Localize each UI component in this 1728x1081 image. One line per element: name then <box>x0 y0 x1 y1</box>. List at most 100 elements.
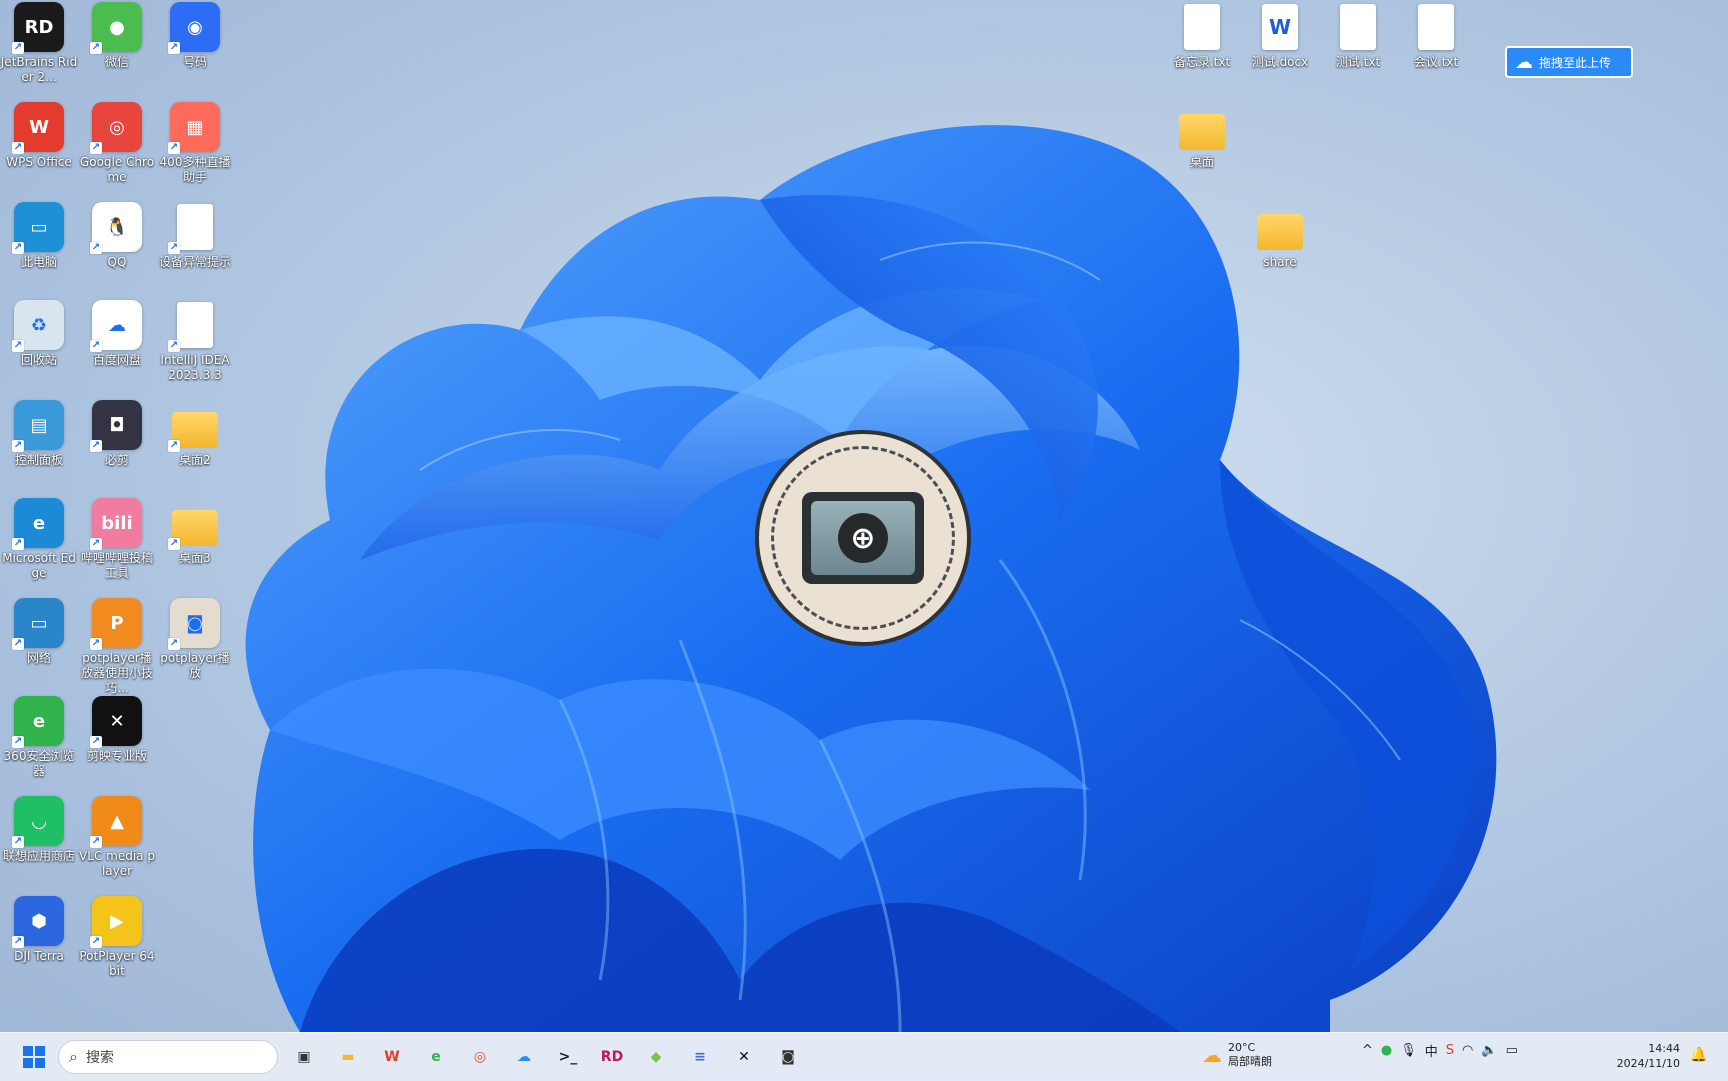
weather-widget[interactable]: ☁ 20°C 局部晴朗 <box>1202 1041 1272 1069</box>
shortcut-arrow-icon: ↗ <box>90 340 102 352</box>
desktop-icon[interactable]: ♻ ↗ 回收站 <box>0 300 78 368</box>
desktop-icon[interactable]: ▲ ↗ VLC media player <box>78 796 156 879</box>
notification-bell-icon[interactable]: 🔔 <box>1690 1047 1707 1063</box>
wechat-tray-icon[interactable]: ● <box>1381 1043 1392 1058</box>
desktop-icon[interactable]: e ↗ 360安全浏览器 <box>0 696 78 779</box>
chrome-icon[interactable]: ◎ <box>460 1037 500 1077</box>
desktop-icon[interactable]: ▶ ↗ PotPlayer 64 bit <box>78 896 156 979</box>
desktop-icon-label: 测试.docx <box>1251 55 1309 69</box>
360-browser-icon: e ↗ <box>12 696 64 748</box>
desktop-icon[interactable]: bili ↗ 哔哩哔哩投稿工具 <box>78 498 156 581</box>
taskbar-search-box[interactable]: ⌕ 搜索 <box>58 1040 278 1074</box>
desktop-icon[interactable]: e ↗ Microsoft Edge <box>0 498 78 581</box>
shortcut-arrow-icon: ↗ <box>90 936 102 948</box>
desktop-icon[interactable]: ▤ ↗ 控制面板 <box>0 400 78 468</box>
system-tray: ^ ● 🎙 中 S ◠ 🔈 ▭ <box>1362 1041 1518 1060</box>
rider-icon[interactable]: RD <box>592 1037 632 1077</box>
task-view-icon[interactable]: ▣ <box>284 1037 324 1077</box>
desktop-icon[interactable]: RD ↗ JetBrains Rider 2... <box>0 2 78 85</box>
taskbar: ⌕ 搜索 ▣ ▬ We ◎ ☁ >_ RD ◆ ≡ ✕ ◙ ☁ 20°C 局部晴朗 ^ ● 🎙 中 … <box>0 1032 1728 1081</box>
text-file-icon <box>1177 2 1227 52</box>
desktop-icon[interactable]: P ↗ potplayer播放器使用小技巧... <box>78 598 156 696</box>
volume-icon[interactable]: 🔈 <box>1481 1043 1497 1058</box>
desktop-icon[interactable]: ▭ ↗ 网络 <box>0 598 78 666</box>
folder-icon: ↗ <box>168 400 220 452</box>
desktop-icon[interactable]: ↗ 桌面3 <box>156 498 234 566</box>
desktop-icon[interactable]: ◡ ↗ 联想应用商店 <box>0 796 78 864</box>
desktop-icon-label: 回收站 <box>20 353 57 367</box>
bilibili-icon: bili ↗ <box>90 498 142 550</box>
file-icon: ↗ <box>168 202 220 254</box>
desktop-icon[interactable]: ⬢ ↗ DJI Terra <box>0 896 78 964</box>
desktop-icon-label: QQ <box>107 255 127 269</box>
screen-logo-icon[interactable]: ◙ <box>768 1037 808 1077</box>
desktop-icon-label: JetBrains Rider 2... <box>0 55 78 84</box>
desktop-icon-label: 此电脑 <box>20 255 57 269</box>
desktop-icon[interactable]: ◙ ↗ potplayer播放 <box>156 598 234 681</box>
microphone-icon[interactable]: 🎙 <box>1400 1043 1417 1058</box>
clock-date: 2024/11/10 <box>1616 1057 1680 1070</box>
desktop-icon[interactable]: ▦ ↗ 400多种直播助手 <box>156 102 234 185</box>
taskbar-clock[interactable]: 14:44 2024/11/10 <box>1614 1041 1680 1071</box>
desktop-icon-label: 网络 <box>26 651 51 665</box>
desktop-icon[interactable]: ☁ ↗ 百度网盘 <box>78 300 156 368</box>
file-explorer-icon[interactable]: ▬ <box>328 1037 368 1077</box>
ime-indicator[interactable]: 中 <box>1425 1041 1438 1060</box>
shortcut-arrow-icon: ↗ <box>90 440 102 452</box>
shortcut-arrow-icon: ↗ <box>12 936 24 948</box>
search-icon: ⌕ <box>69 1047 78 1066</box>
desktop-icon-label: 桌面3 <box>179 551 211 565</box>
desktop-icon-label: 控制面板 <box>14 453 63 467</box>
desktop-icon[interactable]: 测试.txt <box>1319 2 1397 70</box>
search-placeholder: 搜索 <box>85 1050 114 1066</box>
desktop-icon[interactable]: 会议.txt <box>1397 2 1475 70</box>
live-helper-icon: ▦ ↗ <box>168 102 220 154</box>
desktop-icon[interactable]: ● ↗ 微信 <box>78 2 156 70</box>
desktop-icon-label: 微信 <box>104 55 129 69</box>
desktop-icon-label: potplayer播放器使用小技巧... <box>80 651 153 695</box>
desktop-icon[interactable]: 桌面 <box>1163 102 1241 170</box>
colorful-app-icon[interactable]: ◆ <box>636 1037 676 1077</box>
desktop-icon[interactable]: ◘ ↗ 必剪 <box>78 400 156 468</box>
shortcut-arrow-icon: ↗ <box>90 142 102 154</box>
shortcut-arrow-icon: ↗ <box>90 242 102 254</box>
desktop-icon[interactable]: ↗ 设备异常提示 <box>156 202 234 270</box>
desktop-icon[interactable]: 🐧 ↗ QQ <box>78 202 156 270</box>
vlc-icon: ▲ ↗ <box>90 796 142 848</box>
baidu-netdisk-icon[interactable]: ☁ <box>504 1037 544 1077</box>
desktop-icon[interactable]: ▭ ↗ 此电脑 <box>0 202 78 270</box>
desktop-icon-label: 测试.txt <box>1335 55 1381 69</box>
desktop-icon[interactable]: W ↗ WPS Office <box>0 102 78 170</box>
wps-tray-icon[interactable]: S <box>1446 1043 1454 1058</box>
desktop-icon[interactable]: W 测试.docx <box>1241 2 1319 70</box>
desktop-icon-label: Microsoft Edge <box>2 551 76 580</box>
desktop-icon[interactable]: 备忘录.txt <box>1163 2 1241 70</box>
desktop-icon[interactable]: ↗ 桌面2 <box>156 400 234 468</box>
battery-icon[interactable]: ▭ <box>1506 1043 1518 1058</box>
layers-app-icon[interactable]: ≡ <box>680 1037 720 1077</box>
desktop-icon[interactable]: ✕ ↗ 剪映专业版 <box>78 696 156 764</box>
shortcut-arrow-icon: ↗ <box>168 440 180 452</box>
baidu-netdisk-icon: ☁ ↗ <box>90 300 142 352</box>
capcut-icon: ✕ ↗ <box>90 696 142 748</box>
desktop-icon-label: PotPlayer 64 bit <box>79 949 155 978</box>
wifi-icon[interactable]: ◠ <box>1462 1043 1473 1058</box>
capcut-icon[interactable]: ✕ <box>724 1037 764 1077</box>
360-browser-icon[interactable]: e <box>416 1037 456 1077</box>
desktop-icon[interactable]: share <box>1241 202 1319 270</box>
drag-upload-button[interactable]: ☁ 拖拽至此上传 <box>1505 46 1633 78</box>
tray-chevron-icon[interactable]: ^ <box>1362 1043 1373 1058</box>
shortcut-arrow-icon: ↗ <box>90 538 102 550</box>
desktop-icon[interactable]: ◉ ↗ 号码 <box>156 2 234 70</box>
logo-screen: ⊕ <box>802 492 924 584</box>
shortcut-arrow-icon: ↗ <box>12 340 24 352</box>
desktop-icon[interactable]: ↗ IntelliJ IDEA 2023.3.3 <box>156 300 234 383</box>
windows-logo-icon <box>23 1046 45 1068</box>
terminal-icon[interactable]: >_ <box>548 1037 588 1077</box>
wps-icon[interactable]: W <box>372 1037 412 1077</box>
desktop-icon[interactable]: ◎ ↗ Google Chrome <box>78 102 156 185</box>
desktop-icon-label: 360安全浏览器 <box>3 749 75 778</box>
text-file-icon <box>1333 2 1383 52</box>
shortcut-arrow-icon: ↗ <box>12 736 24 748</box>
start-button[interactable] <box>14 1037 54 1077</box>
